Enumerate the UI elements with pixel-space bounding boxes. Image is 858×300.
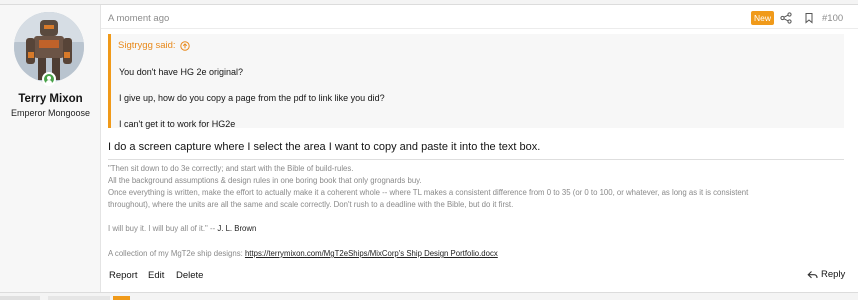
quote-line: You don't have HG 2e original? [119, 67, 243, 77]
report-button[interactable]: Report [109, 270, 138, 281]
ship-designs-link[interactable]: https://terrymixon.com/MgT2eShips/MixCor… [245, 249, 498, 258]
signature-line: "Then sit down to do 3e correctly; and s… [108, 164, 354, 173]
signature-line: All the background assumptions & design … [108, 176, 422, 185]
post: Terry Mixon Emperor Mongoose A moment ag… [0, 4, 858, 293]
online-status-icon [42, 72, 56, 86]
signature-designs-label: A collection of my MgT2e ship designs: [108, 249, 243, 258]
reply-label: Reply [821, 269, 846, 280]
share-icon[interactable] [780, 12, 792, 24]
quote-line: I give up, how do you copy a page from t… [119, 93, 385, 103]
post-body: I do a screen capture where I select the… [108, 141, 541, 153]
signature-designs: A collection of my MgT2e ship designs: h… [108, 249, 498, 258]
reply-button[interactable]: Reply [807, 269, 845, 280]
quote-author[interactable]: Sigtrygg said: [118, 40, 176, 51]
user-panel: Terry Mixon Emperor Mongoose [0, 5, 101, 292]
quote-block: Sigtrygg said: You don't have HG 2e orig… [108, 34, 844, 129]
header-divider [101, 28, 858, 29]
username[interactable]: Terry Mixon [0, 93, 101, 105]
signature-quote-text: I will buy it. I will buy all of it." -- [108, 224, 216, 233]
edit-button[interactable]: Edit [148, 270, 164, 281]
post-timestamp[interactable]: A moment ago [108, 13, 169, 24]
delete-button[interactable]: Delete [176, 270, 203, 281]
signature-quote: I will buy it. I will buy all of it." --… [108, 224, 256, 233]
signature-line: Once everything is written, make the eff… [108, 188, 749, 197]
quote-line: I can't get it to work for HG2e [119, 119, 236, 129]
user-title: Emperor Mongoose [10, 108, 91, 118]
new-badge: New [751, 11, 774, 25]
reply-icon [807, 270, 818, 278]
bookmark-icon[interactable] [803, 12, 815, 24]
arrow-up-circle-icon[interactable] [179, 40, 190, 51]
quote-header[interactable]: Sigtrygg said: [118, 40, 190, 51]
post-main: A moment ago New #100 Sigtrygg said: You… [101, 5, 858, 292]
next-post-edge [0, 296, 130, 300]
signature-divider [108, 159, 844, 160]
signature-line: throughout), where the units are all the… [108, 200, 514, 209]
signature-quote-author: J. L. Brown [217, 224, 257, 233]
post-number[interactable]: #100 [822, 13, 843, 24]
